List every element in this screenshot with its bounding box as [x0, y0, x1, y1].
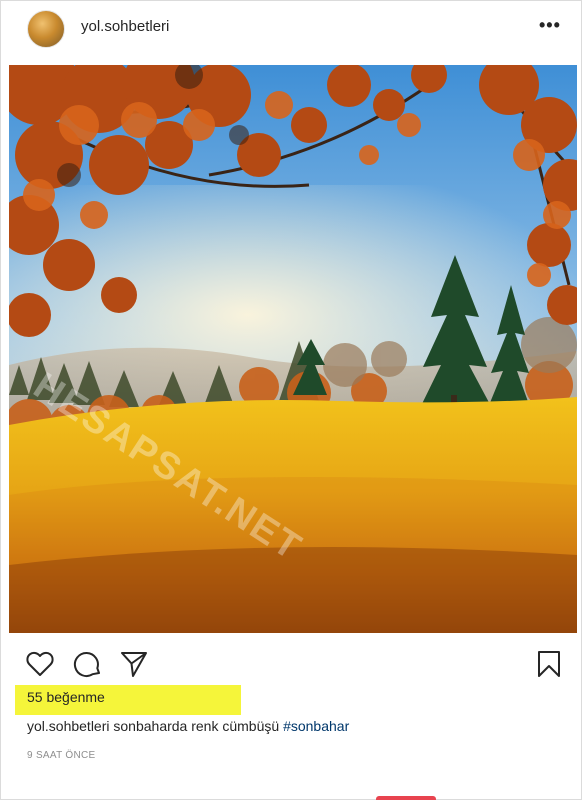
action-bar — [1, 641, 581, 681]
post-card: yol.sohbetleri ••• HESAPSAT.NET 55 beğen… — [0, 0, 582, 800]
post-username[interactable]: yol.sohbetleri — [81, 18, 169, 35]
caption: yol.sohbetleri sonbaharda renk cümbüşü #… — [27, 718, 349, 734]
more-options-icon[interactable]: ••• — [539, 15, 561, 36]
send-icon[interactable] — [119, 649, 149, 679]
post-image[interactable]: HESAPSAT.NET — [9, 65, 577, 633]
bottom-edge-mark — [376, 796, 436, 800]
bookmark-icon[interactable] — [534, 649, 564, 679]
heart-icon[interactable] — [25, 649, 55, 679]
caption-hashtag[interactable]: #sonbahar — [283, 718, 349, 734]
comment-icon[interactable] — [73, 649, 103, 679]
caption-text: sonbaharda renk cümbüşü — [109, 718, 284, 734]
post-header: yol.sohbetleri ••• — [1, 1, 581, 57]
post-timestamp[interactable]: 9 SAAT ÖNCE — [27, 750, 96, 761]
caption-username[interactable]: yol.sohbetleri — [27, 718, 110, 734]
likes-count[interactable]: 55 beğenme — [27, 689, 105, 705]
avatar[interactable] — [27, 10, 65, 48]
